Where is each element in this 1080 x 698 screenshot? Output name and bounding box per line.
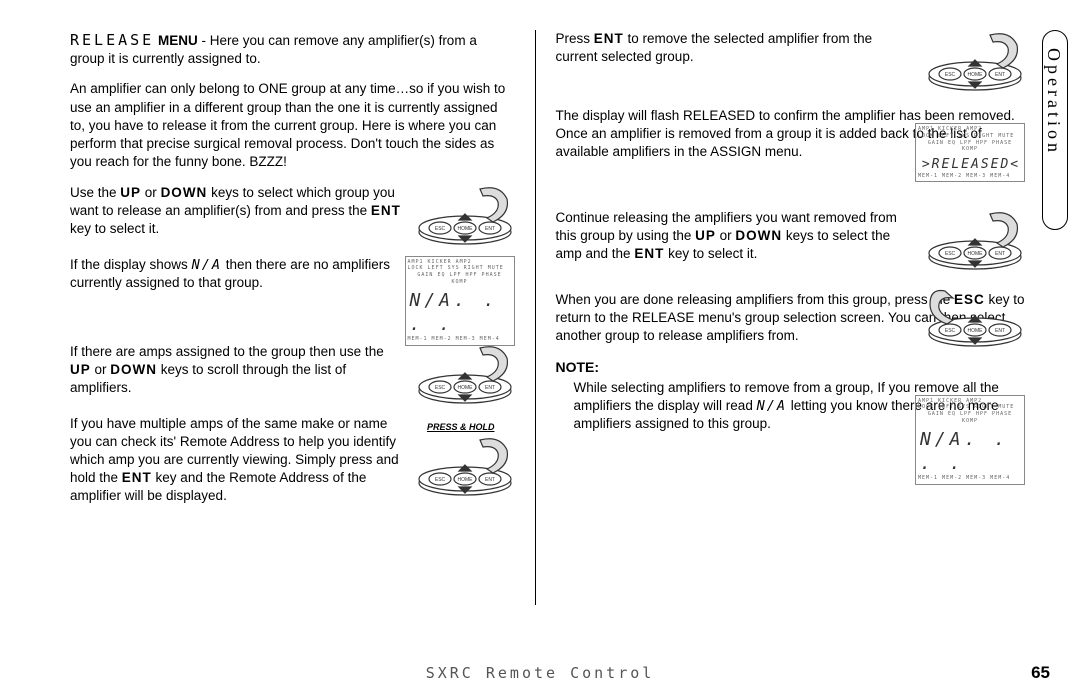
ent-key-label: ENT [371,203,401,218]
remote-icon: ESC HOME ENT [925,209,1025,274]
menu-word: MENU [158,33,198,48]
svg-text:HOME: HOME [968,328,984,334]
up-key-label: UP [120,185,141,200]
p3-select-group: Use the UP or DOWN keys to select which … [40,184,515,244]
svg-text:HOME: HOME [457,226,473,232]
remote-icon: ESC HOME ENT [925,286,1025,351]
manual-page: RELEASE MENU - Here you can remove any a… [0,0,1080,698]
svg-text:ESC: ESC [434,477,445,483]
na-segment: N/A [192,257,222,273]
right-column: Press ENT to remove the selected amplifi… [556,30,1041,605]
page-number: 65 [1010,663,1050,683]
svg-text:ESC: ESC [945,328,956,334]
svg-text:ENT: ENT [995,72,1005,78]
down-key-label: DOWN [161,185,208,200]
svg-text:ENT: ENT [485,385,495,391]
lcd-na-display: AMP1 KICKER AMP2 LOCK LEFT SYS RIGHT MUT… [405,256,515,331]
svg-text:ENT: ENT [995,251,1005,257]
p4-na-display: If the display shows N/A then there are … [40,256,515,331]
left-column: RELEASE MENU - Here you can remove any a… [40,30,515,605]
svg-text:ENT: ENT [485,477,495,483]
remote-icon-press-hold: PRESS & HOLD ESCHOMEENT [415,435,515,500]
lcd-na-display-2: AMP1 KICKER AMP2 LOCK LEFT SYS RIGHT MUT… [915,395,1025,470]
svg-text:ESC: ESC [945,72,956,78]
p5-scroll-amps: If there are amps assigned to the group … [40,343,515,403]
remote-icon: ESC HOME ENT [925,30,1025,95]
svg-text:HOME: HOME [457,477,473,483]
press-hold-label: PRESS & HOLD [427,423,495,433]
side-tab-label: Operation [1043,48,1064,156]
remote-icon: ESC HOME ENT [415,184,515,249]
svg-text:HOME: HOME [457,385,473,391]
svg-text:ENT: ENT [995,328,1005,334]
rp3-continue-release: Continue releasing the amplifiers you wa… [556,209,1031,279]
svg-text:ESC: ESC [434,226,445,232]
column-divider [535,30,536,605]
remote-icon: ESC HOME ENT [415,343,515,408]
release-menu-intro: RELEASE MENU - Here you can remove any a… [40,30,515,68]
release-label: RELEASE [70,31,154,49]
rp4-esc-return: When you are done releasing amplifiers f… [556,291,1031,346]
page-footer: SXRC Remote Control 65 [0,663,1080,683]
p6-remote-address: If you have multiple amps of the same ma… [40,415,515,506]
svg-text:HOME: HOME [968,72,984,78]
rp2-released-flash: The display will flash RELEASED to confi… [556,107,1031,197]
svg-text:ESC: ESC [945,251,956,257]
svg-text:HOME: HOME [968,251,984,257]
footer-title: SXRC Remote Control [70,664,1010,682]
note-heading: NOTE: [556,358,1031,377]
svg-text:ESC: ESC [434,385,445,391]
rp1-press-ent: Press ENT to remove the selected amplifi… [556,30,1031,95]
p2: An amplifier can only belong to ONE grou… [40,80,515,171]
note-body: While selecting amplifiers to remove fro… [556,379,1031,459]
two-column-layout: RELEASE MENU - Here you can remove any a… [40,30,1040,605]
svg-text:ENT: ENT [485,226,495,232]
lcd-released-display: AMP1 KICKER AMP2 LOCK LEFT SYS RIGHT MUT… [915,123,1025,198]
